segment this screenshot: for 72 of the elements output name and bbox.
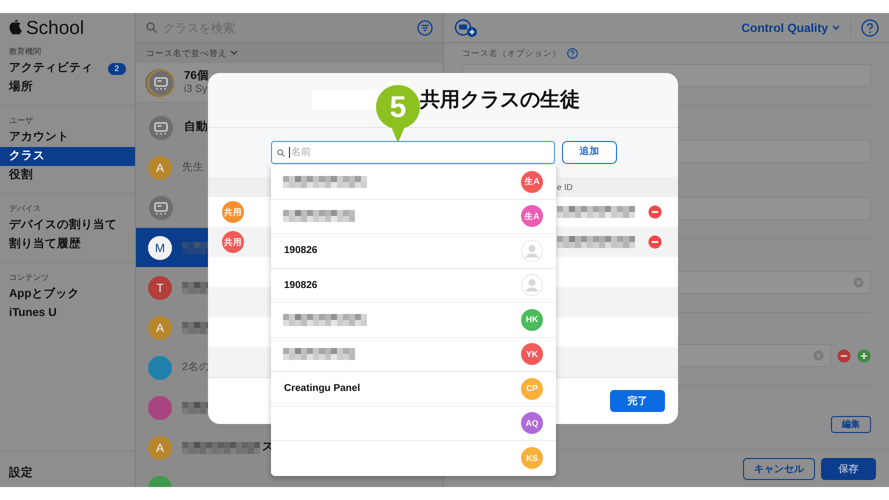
suggestion-item[interactable]: YK xyxy=(271,338,556,372)
shared-badge: 共用 xyxy=(222,201,244,223)
student-name: Creatingu Panel xyxy=(283,382,360,396)
student-name: 190826 xyxy=(283,244,318,258)
suggestion-item[interactable]: 190826 xyxy=(271,234,556,268)
app-title: School xyxy=(26,18,84,38)
sidebar-item[interactable]: 場所 xyxy=(0,78,135,97)
avatar: A xyxy=(148,316,172,340)
section-label: コンテンツ xyxy=(8,272,50,284)
suggestion-item[interactable]: 生A xyxy=(271,200,556,234)
section-label: 教育機関 xyxy=(8,46,42,58)
suggestion-item[interactable]: AQ xyxy=(271,406,556,441)
search-icon xyxy=(277,148,285,156)
settings-item[interactable]: 設定 xyxy=(9,467,33,479)
sidebar-item[interactable]: iTunes U xyxy=(0,304,135,323)
avatar: HK xyxy=(521,308,543,331)
suggestion-item[interactable]: 生A xyxy=(271,165,556,200)
apple-logo-icon xyxy=(9,20,23,36)
sort-menu[interactable]: コース名で並べ替え xyxy=(146,46,238,60)
sidebar-item[interactable]: 役割 xyxy=(0,166,135,185)
edit-button[interactable]: 編集 xyxy=(831,416,871,433)
avatar: A xyxy=(148,436,172,460)
dialog-title: 共用クラスの生徒 xyxy=(420,88,580,113)
shared-badge: 共用 xyxy=(222,231,244,253)
person-avatar-icon xyxy=(521,240,543,262)
cancel-button[interactable]: キャンセル xyxy=(743,458,815,480)
add-icon[interactable] xyxy=(857,348,871,362)
suggestion-item[interactable]: 190826 xyxy=(271,268,556,303)
person-avatar-icon xyxy=(521,274,543,296)
save-button[interactable]: 保存 xyxy=(821,458,876,480)
chevron-down-icon xyxy=(230,50,238,56)
class-title: 自動 xyxy=(184,120,208,135)
add-class-icon[interactable] xyxy=(454,18,478,36)
sidebar-item[interactable]: クラス xyxy=(0,147,135,166)
student-name: 190826 xyxy=(283,278,318,293)
add-button[interactable]: 追加 xyxy=(562,141,617,164)
sidebar-item[interactable]: アカウント xyxy=(0,128,135,147)
class-title: 76個 xyxy=(184,68,209,84)
avatar: YK xyxy=(521,343,543,366)
chevron-down-icon xyxy=(832,24,840,30)
remove-icon[interactable] xyxy=(648,205,662,219)
class-subtitle: i3 Sy xyxy=(184,83,208,96)
field-label: コース名（オプション） xyxy=(462,46,561,60)
avatar: M xyxy=(148,236,172,260)
sidebar-item[interactable]: 割り当て履歴 xyxy=(0,235,135,254)
avatar: 生A xyxy=(521,205,543,228)
filter-icon[interactable] xyxy=(417,20,433,36)
help-icon[interactable] xyxy=(861,18,879,36)
avatar: 生A xyxy=(521,170,543,193)
remove-icon[interactable] xyxy=(837,348,851,362)
section-label: デバイス xyxy=(8,203,42,215)
avatar: T xyxy=(148,276,172,300)
column-header: e ID xyxy=(557,180,573,194)
suggestion-item[interactable]: Creatingu Panel CP xyxy=(271,372,556,406)
search-icon xyxy=(146,22,157,33)
help-icon[interactable] xyxy=(567,48,578,58)
class-subtitle: 先生 xyxy=(182,160,204,174)
done-button[interactable]: 完了 xyxy=(610,390,665,412)
avatar: CP xyxy=(521,378,543,400)
remove-icon[interactable] xyxy=(648,235,662,249)
step-callout: 5 xyxy=(375,84,421,144)
avatar: A xyxy=(148,156,172,180)
redacted-text xyxy=(283,348,355,360)
count-badge: 2 xyxy=(108,62,126,74)
avatar: KS xyxy=(521,447,543,470)
sidebar-item[interactable]: アクティビティ 2 xyxy=(0,59,135,78)
sidebar-item[interactable]: デバイスの割り当て xyxy=(0,216,135,235)
account-menu[interactable]: Control Quality xyxy=(741,18,840,36)
section-label: ユーザ xyxy=(8,115,34,127)
avatar: AQ xyxy=(521,412,543,434)
sidebar-item[interactable]: Appとブック xyxy=(0,285,135,304)
redacted-text xyxy=(283,210,355,222)
